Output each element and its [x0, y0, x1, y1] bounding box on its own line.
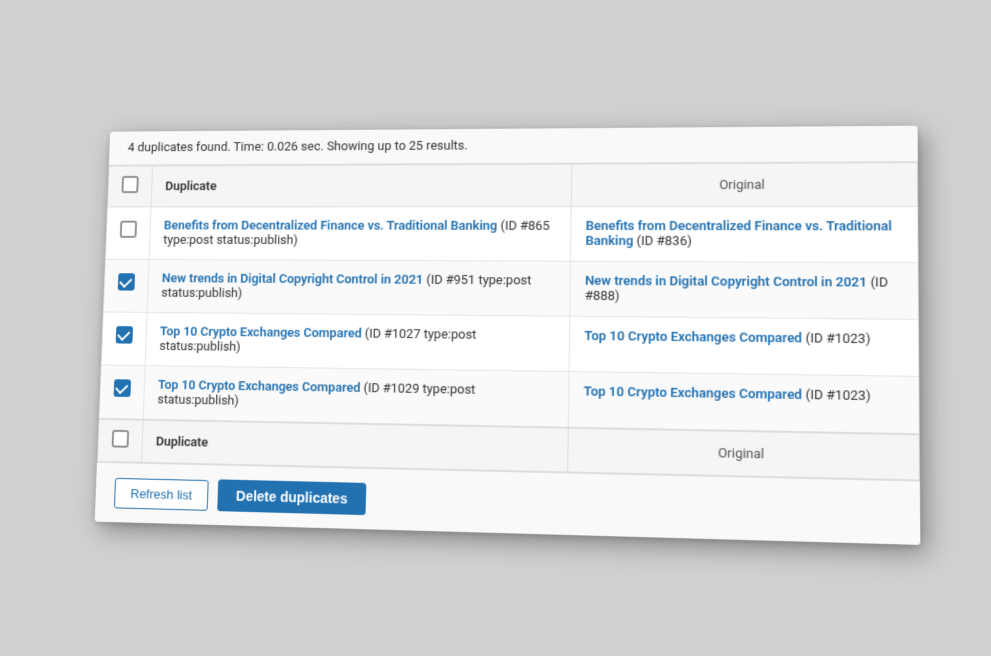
row-checkbox-cell[interactable]: [101, 311, 147, 365]
row-checkbox-3[interactable]: [115, 326, 132, 344]
footer-checkbox-col[interactable]: [97, 418, 143, 461]
summary-bar: 4 duplicates found. Time: 0.026 sec. Sho…: [108, 125, 917, 165]
duplicate-cell: Top 10 Crypto Exchanges Compared (ID #10…: [145, 312, 570, 371]
original-cell: New trends in Digital Copyright Control …: [569, 261, 917, 319]
summary-text: 4 duplicates found. Time: 0.026 sec. Sho…: [127, 138, 467, 154]
header-checkbox-col[interactable]: [107, 165, 152, 206]
original-cell: Top 10 Crypto Exchanges Compared (ID #10…: [569, 316, 919, 376]
row-checkbox-2[interactable]: [117, 273, 134, 290]
original-link[interactable]: New trends in Digital Copyright Control …: [584, 273, 866, 290]
duplicate-cell: Top 10 Crypto Exchanges Compared (ID #10…: [143, 365, 569, 427]
original-meta: (ID #1023): [802, 387, 871, 404]
table-body: Benefits from Decentralized Finance vs. …: [99, 206, 919, 434]
header-original-col: Original: [571, 162, 917, 206]
original-meta: (ID #1023): [802, 331, 870, 347]
footer-original-col: Original: [567, 427, 919, 479]
original-link[interactable]: Benefits from Decentralized Finance vs. …: [585, 219, 891, 249]
select-all-checkbox[interactable]: [121, 175, 138, 192]
header-duplicate-col: Duplicate: [151, 164, 572, 207]
original-link[interactable]: Top 10 Crypto Exchanges Compared: [584, 328, 802, 346]
duplicate-link[interactable]: Benefits from Decentralized Finance vs. …: [163, 218, 497, 233]
row-checkbox-1[interactable]: [119, 220, 136, 237]
original-cell: Benefits from Decentralized Finance vs. …: [570, 206, 917, 262]
row-checkbox-cell[interactable]: [103, 259, 149, 312]
original-meta: (ID #836): [633, 233, 692, 248]
row-checkbox-cell[interactable]: [105, 206, 151, 259]
delete-button[interactable]: Delete duplicates: [217, 479, 366, 515]
row-checkbox-4[interactable]: [113, 379, 130, 397]
row-checkbox-cell[interactable]: [99, 365, 145, 420]
original-link[interactable]: Top 10 Crypto Exchanges Compared: [583, 384, 802, 403]
duplicate-cell: New trends in Digital Copyright Control …: [147, 259, 570, 316]
footer-select-checkbox[interactable]: [111, 429, 129, 447]
refresh-button[interactable]: Refresh list: [113, 477, 208, 510]
table-row: New trends in Digital Copyright Control …: [103, 259, 918, 319]
duplicate-link[interactable]: Top 10 Crypto Exchanges Compared: [159, 324, 361, 341]
duplicate-cell: Benefits from Decentralized Finance vs. …: [149, 206, 571, 261]
duplicates-panel: 4 duplicates found. Time: 0.026 sec. Sho…: [94, 125, 920, 544]
duplicates-table: Duplicate Original Benefits from Decentr…: [97, 162, 920, 480]
duplicate-link[interactable]: New trends in Digital Copyright Control …: [161, 271, 423, 287]
original-cell: Top 10 Crypto Exchanges Compared (ID #10…: [568, 371, 919, 434]
table-row: Benefits from Decentralized Finance vs. …: [105, 206, 917, 262]
